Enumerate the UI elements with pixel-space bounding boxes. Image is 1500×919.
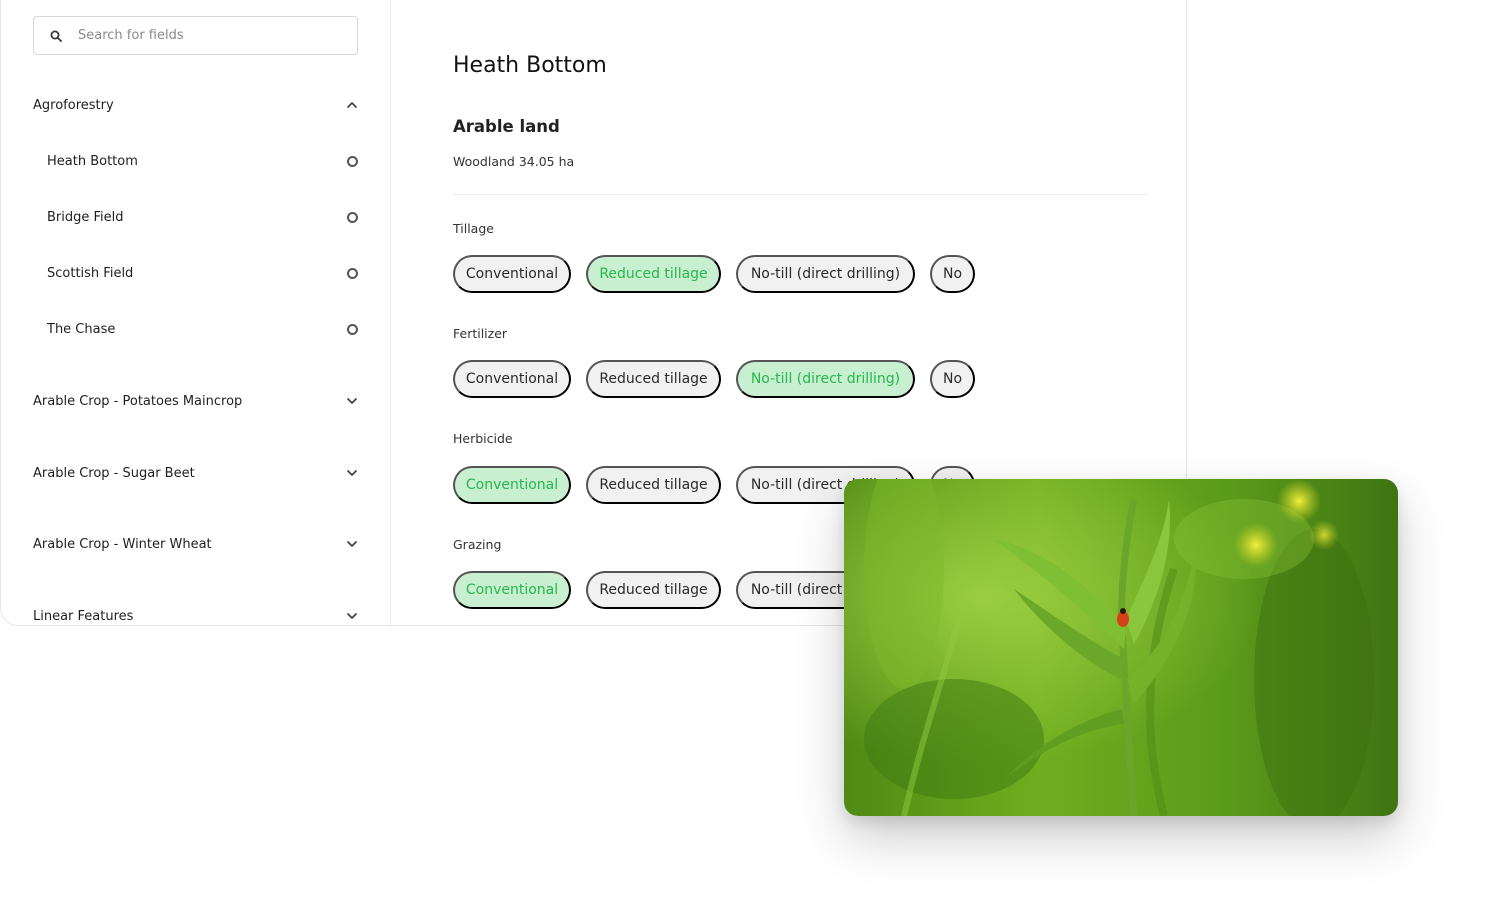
category-label-grazing: Grazing — [453, 537, 502, 552]
chevron-down-icon[interactable] — [345, 466, 359, 480]
category-label-fertilizer: Fertilizer — [453, 326, 508, 341]
chip-no[interactable]: No — [930, 360, 975, 398]
group-label: Arable Crop - Winter Wheat — [33, 536, 212, 552]
search-icon — [50, 30, 62, 42]
chip-conventional[interactable]: Conventional — [453, 571, 571, 609]
chip-reduced-tillage[interactable]: Reduced tillage — [586, 571, 721, 609]
search-input[interactable] — [78, 28, 348, 43]
radio-icon[interactable] — [347, 211, 358, 223]
chip-conventional[interactable]: Conventional — [453, 360, 571, 398]
group-potatoes-maincrop[interactable]: Arable Crop - Potatoes Maincrop — [33, 389, 359, 413]
section-title: Arable land — [453, 117, 560, 136]
search-field[interactable] — [33, 16, 358, 55]
field-item-heath-bottom[interactable]: Heath Bottom — [47, 149, 359, 173]
group-linear-features[interactable]: Linear Features — [33, 604, 359, 625]
field-item-label: Bridge Field — [47, 209, 124, 225]
field-item-bridge-field[interactable]: Bridge Field — [47, 205, 359, 229]
plant-photo — [844, 479, 1398, 816]
group-sugar-beet[interactable]: Arable Crop - Sugar Beet — [33, 461, 359, 485]
group-winter-wheat[interactable]: Arable Crop - Winter Wheat — [33, 532, 359, 556]
plant-photo-with-ladybird — [844, 479, 1398, 816]
group-label: Linear Features — [33, 608, 134, 624]
field-sidebar: Agroforestry Heath Bottom Bridge Field S… — [1, 0, 391, 625]
field-item-label: The Chase — [47, 321, 116, 337]
chevron-up-icon[interactable] — [345, 98, 359, 112]
chip-no-till[interactable]: No-till (direct drilling) — [736, 360, 915, 398]
category-label-herbicide: Herbicide — [453, 431, 513, 446]
field-item-label: Scottish Field — [47, 265, 134, 281]
chevron-down-icon[interactable] — [345, 394, 359, 408]
chip-reduced-tillage[interactable]: Reduced tillage — [586, 360, 721, 398]
section-meta: Woodland 34.05 ha — [453, 154, 575, 169]
category-label-tillage: Tillage — [453, 221, 494, 236]
radio-icon[interactable] — [347, 155, 358, 167]
chevron-down-icon[interactable] — [345, 537, 359, 551]
page-title: Heath Bottom — [453, 53, 607, 78]
group-agroforestry[interactable]: Agroforestry — [33, 93, 359, 117]
group-label: Arable Crop - Potatoes Maincrop — [33, 393, 243, 409]
group-label: Agroforestry — [33, 97, 114, 113]
group-label: Arable Crop - Sugar Beet — [33, 465, 195, 481]
field-item-scottish-field[interactable]: Scottish Field — [47, 261, 359, 285]
chip-conventional[interactable]: Conventional — [453, 255, 571, 293]
chip-reduced-tillage[interactable]: Reduced tillage — [586, 255, 721, 293]
chevron-down-icon[interactable] — [345, 609, 359, 623]
radio-icon[interactable] — [347, 267, 358, 279]
chip-no-till[interactable]: No-till (direct drilling) — [736, 255, 915, 293]
field-item-label: Heath Bottom — [47, 153, 138, 169]
field-item-the-chase[interactable]: The Chase — [47, 317, 359, 341]
chip-conventional[interactable]: Conventional — [453, 466, 571, 504]
radio-icon[interactable] — [347, 323, 358, 335]
divider — [453, 194, 1148, 195]
chip-reduced-tillage[interactable]: Reduced tillage — [586, 466, 721, 504]
chip-no[interactable]: No — [930, 255, 975, 293]
